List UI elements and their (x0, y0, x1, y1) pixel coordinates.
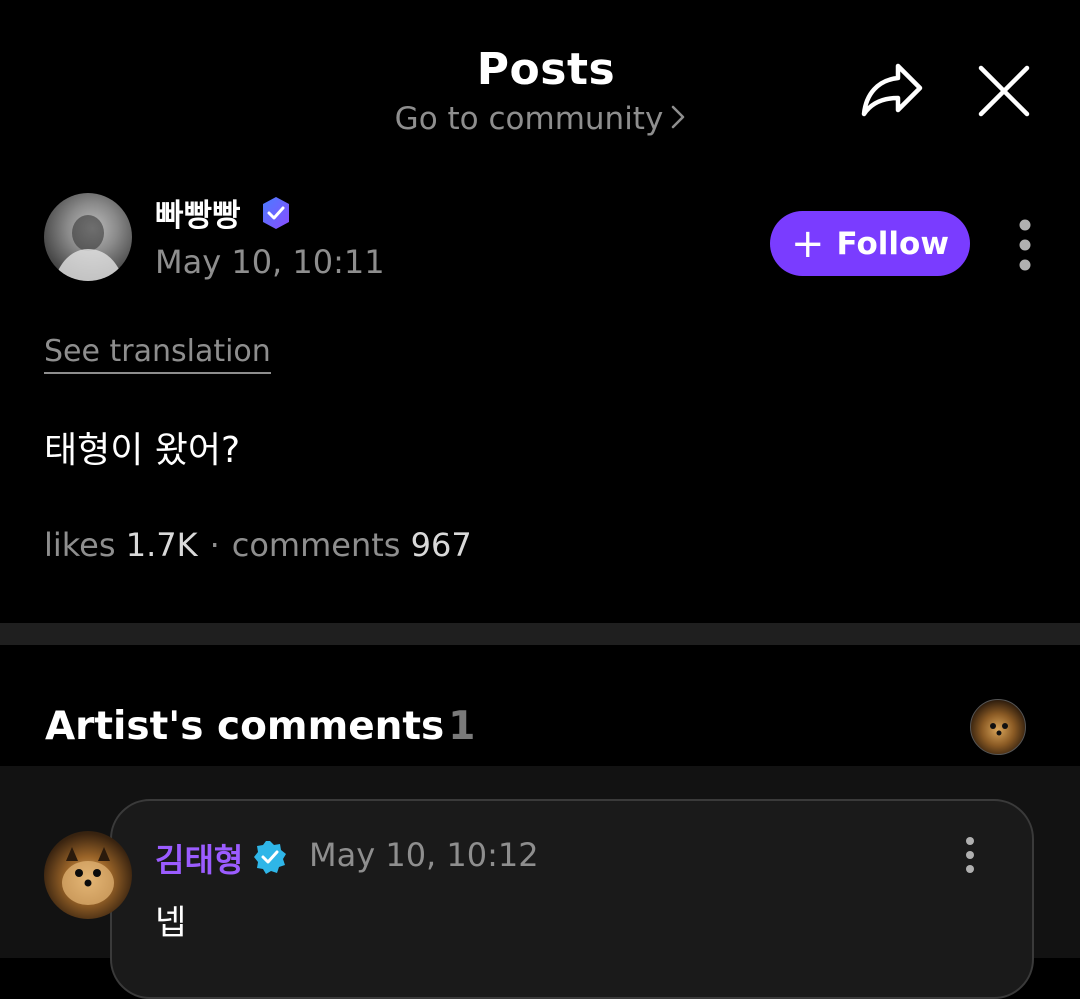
plus-icon: + (791, 220, 825, 267)
comments-label: comments (231, 526, 401, 564)
share-icon[interactable] (858, 60, 928, 120)
commenter-name[interactable]: 김태형 (155, 835, 243, 881)
verified-check-icon (253, 840, 287, 874)
artist-comments-title: Artist's comments 1 (45, 704, 475, 749)
artist-comments-label: Artist's comments (45, 704, 445, 749)
likes-label: likes (44, 526, 116, 564)
section-divider (0, 623, 1080, 645)
artist-avatar-small[interactable] (970, 699, 1026, 755)
comment-text: 넵 (155, 903, 187, 943)
author-avatar[interactable] (44, 193, 132, 281)
follow-label: Follow (836, 225, 949, 262)
follow-button[interactable]: + Follow (770, 211, 970, 276)
close-icon[interactable] (975, 62, 1033, 120)
author-name[interactable]: 빠빵빵 (155, 190, 241, 235)
commenter-avatar[interactable] (44, 831, 132, 919)
chevron-right-icon (671, 101, 685, 137)
community-link-label: Go to community (394, 101, 664, 137)
comments-count: 967 (410, 526, 472, 564)
artist-comments-count: 1 (448, 704, 476, 749)
verified-badge-icon (259, 196, 293, 230)
post-stats: likes 1.7K · comments 967 (44, 526, 472, 564)
likes-count: 1.7K (125, 526, 198, 564)
comment-card[interactable] (110, 799, 1034, 999)
more-options-icon[interactable] (1012, 217, 1038, 273)
separator-dot: · (209, 526, 220, 564)
see-translation-link[interactable]: See translation (44, 334, 271, 374)
post-date: May 10, 10:11 (155, 243, 385, 281)
comment-more-options-icon[interactable] (960, 836, 980, 876)
post-body: 태형이 왔어? (44, 430, 241, 471)
comment-date: May 10, 10:12 (309, 836, 539, 874)
